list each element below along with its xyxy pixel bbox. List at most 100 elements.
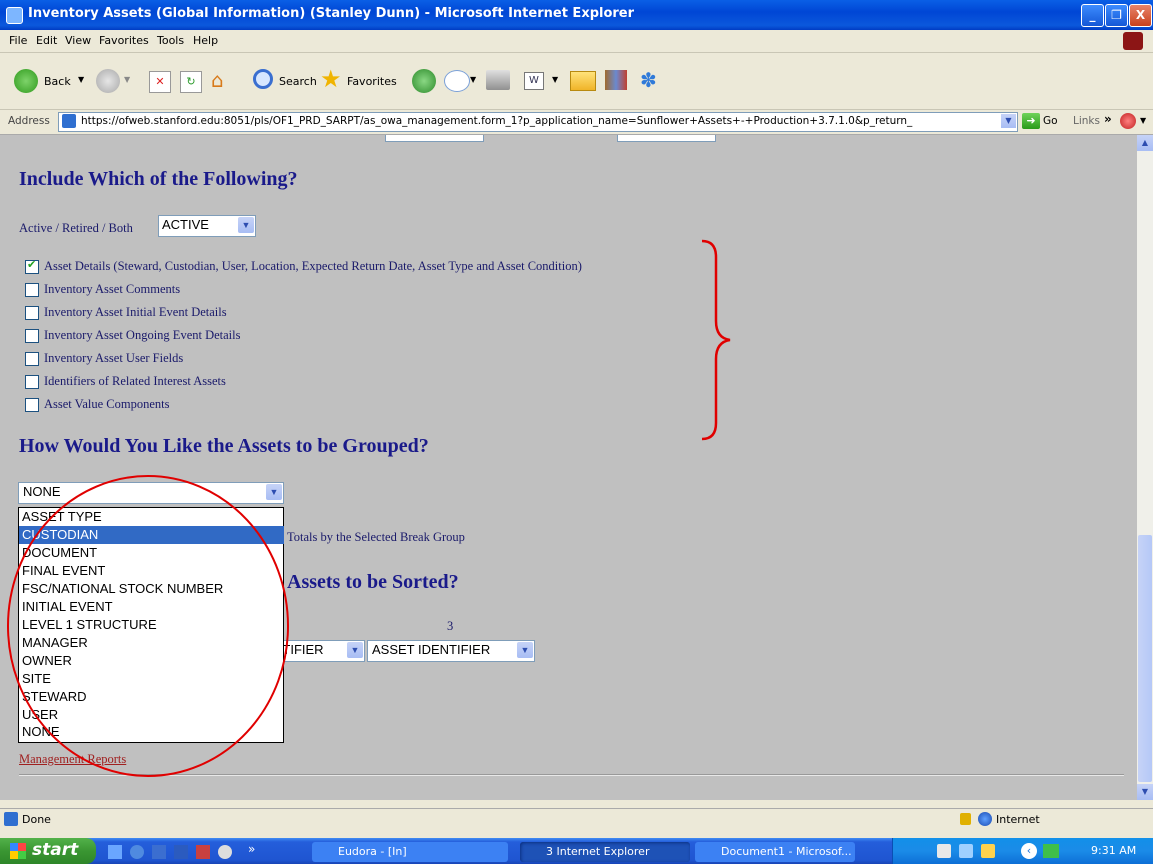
refresh-icon[interactable]: ↻ [180,71,202,93]
option-label: Inventory Asset User Fields [44,351,184,365]
sort-select-3[interactable]: ASSET IDENTIFIER ▼ [367,640,535,662]
clock[interactable]: 9:31 AM [1091,844,1136,857]
start-label: start [32,840,79,860]
favorites-button-label[interactable]: Favorites [347,75,397,88]
status-select[interactable]: ACTIVE ▼ [158,215,256,237]
include-heading: Include Which of the Following? [19,168,298,190]
menu-help[interactable]: Help [193,34,218,47]
back-arrow-icon[interactable] [14,69,38,93]
media-icon[interactable] [412,69,436,93]
messenger-icon[interactable]: ✽ [640,69,657,91]
taskbar-task-word[interactable]: Document1 - Microsof... [695,842,855,862]
checkbox-initial-event[interactable] [25,306,39,320]
quick-launch-icon[interactable] [108,845,122,859]
red-brace-annotation [701,239,731,441]
ie-app-icon [6,7,23,24]
back-button-label[interactable]: Back [44,75,71,88]
checkbox-value-components[interactable] [25,398,39,412]
option-label: Asset Details (Steward, Custodian, User,… [44,259,582,273]
search-button-label[interactable]: Search [279,75,317,88]
page-icon [62,114,76,128]
menu-tools[interactable]: Tools [157,34,184,47]
address-url[interactable]: https://ofweb.stanford.edu:8051/pls/OF1_… [81,115,986,127]
app-quick-icon[interactable] [196,845,210,859]
menu-favorites[interactable]: Favorites [99,34,149,47]
chevron-down-icon[interactable]: ▼ [238,217,254,233]
start-button[interactable]: start [0,838,96,864]
menu-view[interactable]: View [65,34,91,47]
scroll-up-icon[interactable]: ▲ [1137,135,1153,151]
word-quick-icon[interactable] [174,845,188,859]
research-icon[interactable] [605,70,627,90]
checkbox-ongoing-event[interactable] [25,329,39,343]
option-label: Inventory Asset Ongoing Event Details [44,328,241,342]
minimize-button[interactable]: _ [1081,4,1104,27]
zone-text: Internet [996,813,1040,826]
tray-icon[interactable] [981,844,995,858]
maximize-button[interactable]: ❐ [1105,4,1128,27]
extension-dropdown-icon[interactable]: ▼ [1140,116,1146,125]
chevron-down-icon[interactable]: ▼ [517,642,533,658]
menu-edit[interactable]: Edit [36,34,57,47]
close-button[interactable]: X [1129,4,1152,27]
checkmark-icon: ✔ [27,258,37,271]
back-dropdown-icon[interactable]: ▼ [78,75,84,84]
status-text: Done [22,813,51,826]
network-icon[interactable] [1043,844,1059,858]
sort-heading: Assets to be Sorted? [287,571,459,593]
home-icon[interactable]: ⌂ [211,69,233,91]
menu-file[interactable]: File [9,34,27,47]
toolbar-extension-icon[interactable] [1120,113,1136,129]
speaker-quick-icon[interactable] [218,845,232,859]
address-label: Address [8,115,50,127]
option-label: Inventory Asset Comments [44,282,181,296]
option-label: Inventory Asset Initial Event Details [44,305,227,319]
scrollbar-thumb[interactable] [1138,535,1152,782]
search-icon[interactable] [253,69,273,89]
menu-bar: File Edit View Favorites Tools Help [0,30,1153,53]
links-label[interactable]: Links [1073,115,1100,127]
checkbox-related-assets[interactable] [25,375,39,389]
ie-quick-icon[interactable] [130,845,144,859]
chevron-down-icon[interactable]: ▼ [347,642,363,658]
taskbar-task-eudora[interactable]: Eudora - [In] [312,842,508,862]
sort-select-3-value: ASSET IDENTIFIER [372,642,491,657]
mail-dropdown-icon[interactable]: ▼ [470,75,476,84]
tray-icon[interactable] [937,844,951,858]
print-icon[interactable] [486,70,510,90]
tray-icon[interactable] [959,844,973,858]
quick-launch-chevron-icon[interactable]: » [248,842,255,856]
status-label: Active / Retired / Both [19,221,133,235]
group-heading: How Would You Like the Assets to be Grou… [19,435,429,457]
window-title-bar[interactable]: Inventory Assets (Global Information) (S… [0,0,1153,30]
edit-dropdown-icon[interactable]: ▼ [552,75,558,84]
favorites-star-icon[interactable]: ★ [320,66,342,92]
clipped-input[interactable] [385,135,484,142]
address-dropdown-icon[interactable]: ▼ [1001,114,1016,128]
scroll-down-icon[interactable]: ▼ [1137,784,1153,800]
checkbox-asset-details[interactable]: ✔ [25,258,39,274]
status-bar: Done Internet [0,808,1153,831]
sort-column-3-label: 3 [447,619,454,633]
folder-icon[interactable] [570,71,596,91]
checkbox-comments[interactable] [25,283,39,297]
edit-word-icon[interactable]: W [524,72,544,90]
toolbar: Back ▼ ▼ ✕ ↻ ⌂ Search ★ Favorites ▼ W ▼ … [0,53,1153,110]
outlook-quick-icon[interactable] [152,845,166,859]
vertical-scrollbar[interactable]: ▲ ▼ [1137,135,1153,800]
forward-arrow-icon[interactable] [96,69,120,93]
option-label: Identifiers of Related Interest Assets [44,374,226,388]
checkbox-user-fields[interactable] [25,352,39,366]
go-button-label[interactable]: Go [1043,115,1058,127]
go-arrow-icon[interactable]: ➜ [1022,113,1040,129]
stop-icon[interactable]: ✕ [149,71,171,93]
tray-show-icons-icon[interactable]: ‹ [1021,843,1037,859]
address-input[interactable]: https://ofweb.stanford.edu:8051/pls/OF1_… [58,112,1018,132]
status-select-value: ACTIVE [162,217,209,232]
mail-icon[interactable] [444,70,470,92]
links-chevron-icon[interactable]: » [1104,112,1112,126]
taskbar-task-ie-group[interactable]: 3 Internet Explorer [520,842,690,862]
forward-dropdown-icon[interactable]: ▼ [124,75,130,84]
totals-label: Totals by the Selected Break Group [287,530,465,544]
clipped-input[interactable] [617,135,716,142]
